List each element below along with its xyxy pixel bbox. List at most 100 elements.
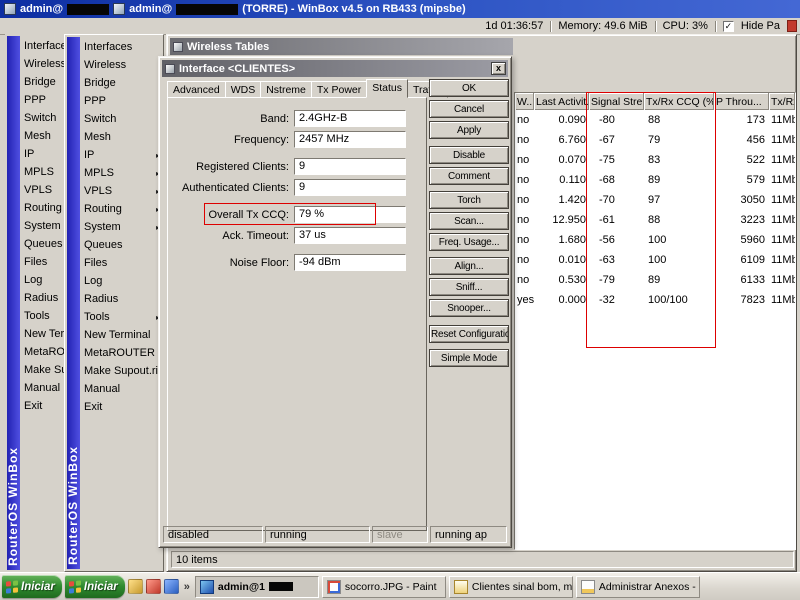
menu-item[interactable]: IP [22, 145, 65, 163]
menu-item-label: VPLS [84, 185, 112, 197]
close-button[interactable]: x [491, 62, 506, 75]
tab-advanced[interactable]: Advanced [167, 81, 226, 98]
column-header-wds[interactable]: W... [515, 93, 534, 110]
ok-button[interactable]: OK [429, 79, 509, 97]
menu-item[interactable]: Log [22, 271, 65, 289]
menu-item[interactable]: Files [82, 254, 162, 272]
menu-item[interactable]: System ▸ [82, 218, 162, 236]
menu-item[interactable]: Files [22, 253, 65, 271]
registration-row[interactable]: no 12.950 -61 88 3223 11Mbps/ [515, 210, 795, 230]
disable-button[interactable]: Disable [429, 146, 509, 164]
menu-item[interactable]: MPLS [22, 163, 65, 181]
freq-usage-button[interactable]: Freq. Usage... [429, 233, 509, 251]
task-button-clientes[interactable]: Clientes sinal bom, mas t... [449, 576, 573, 598]
reset-configuration-button[interactable]: Reset Configuration [429, 325, 509, 343]
menu-item[interactable]: Mesh [82, 128, 162, 146]
menu-item[interactable]: Radius [82, 290, 162, 308]
menu-item[interactable]: Queues [82, 236, 162, 254]
cell-wds: yes [515, 294, 534, 306]
start-button-back[interactable]: Iniciar [2, 575, 62, 598]
registration-row[interactable]: no 0.110 -68 89 579 11Mbps/ [515, 170, 795, 190]
wireless-tables-titlebar[interactable]: Wireless Tables [170, 38, 513, 55]
menu-item[interactable]: PPP [22, 91, 65, 109]
menu-item[interactable]: Queues [22, 235, 65, 253]
hide-passwords-checkbox[interactable]: ✓ [723, 21, 734, 32]
quicklaunch-icon-3[interactable] [164, 579, 179, 594]
quicklaunch-icon-1[interactable] [128, 579, 143, 594]
menu-item[interactable]: Radius [22, 289, 65, 307]
menu-item[interactable]: PPP [82, 92, 162, 110]
menu-item[interactable]: IP ▸ [82, 146, 162, 164]
comment-button[interactable]: Comment [429, 167, 509, 185]
menu-item[interactable]: MPLS ▸ [82, 164, 162, 182]
menu-item[interactable]: System [22, 217, 65, 235]
task-button-winbox[interactable]: admin@1 [195, 576, 319, 598]
hide-passwords-label[interactable]: Hide Pa [741, 20, 780, 32]
menu-item[interactable]: VPLS [22, 181, 65, 199]
menu-item[interactable]: MetaROUTER [82, 344, 162, 362]
menu-item[interactable]: Bridge [22, 73, 65, 91]
cell-tx-rx-ccq: 100 [644, 234, 714, 246]
registration-row[interactable]: no 6.760 -67 79 456 11Mbps/ [515, 130, 795, 150]
noise-floor-value: -94 dBm [294, 254, 406, 271]
apply-button[interactable]: Apply [429, 121, 509, 139]
menu-item[interactable]: Switch [22, 109, 65, 127]
menu-item[interactable]: Make Sup [22, 361, 65, 379]
menu-item[interactable]: New Term [22, 325, 65, 343]
menu-item[interactable]: MetaROU [22, 343, 65, 361]
menu-item[interactable]: Switch [82, 110, 162, 128]
column-header-signal-strength[interactable]: Signal Stre... [589, 93, 644, 110]
menu-item[interactable]: Routing [22, 199, 65, 217]
registration-row[interactable]: no 1.420 -70 97 3050 11Mbps/ [515, 190, 795, 210]
registration-row[interactable]: no 0.070 -75 83 522 11Mbps/ [515, 150, 795, 170]
align-button[interactable]: Align... [429, 257, 509, 275]
menu-item[interactable]: Tools ▸ [82, 308, 162, 326]
menu-item[interactable]: Wireless [82, 56, 162, 74]
menu-item[interactable]: Interfaces [82, 38, 162, 56]
menu-item[interactable]: Tools [22, 307, 65, 325]
registration-row[interactable]: yes 0.000 -32 100/100 7823 11Mbps-5 [515, 290, 795, 310]
menu-item[interactable]: Exit [82, 398, 162, 416]
registration-row[interactable]: no 0.090 -80 88 173 11Mbps/ [515, 110, 795, 130]
snooper-button[interactable]: Snooper... [429, 299, 509, 317]
task-button-paint[interactable]: socorro.JPG - Paint [322, 576, 446, 598]
cancel-button[interactable]: Cancel [429, 100, 509, 118]
start-button-front[interactable]: Iniciar [65, 575, 125, 598]
tab-status[interactable]: Status [366, 79, 408, 98]
column-header-tx-rx-rate[interactable]: Tx/Rx Ra... [769, 93, 795, 110]
menu-item[interactable]: New Terminal [82, 326, 162, 344]
menu-item[interactable]: Mesh [22, 127, 65, 145]
menu-items-back: Interfaces Wireless Bridge PPP Switch [22, 37, 65, 415]
menu-item[interactable]: Interfaces [22, 37, 65, 55]
column-header-last-activity[interactable]: Last Activit... [534, 93, 589, 110]
tab-nstreme[interactable]: Nstreme [260, 81, 312, 98]
menu-item[interactable]: Wireless [22, 55, 65, 73]
menu-item[interactable]: Make Supout.rif [82, 362, 162, 380]
registration-row[interactable]: no 0.530 -79 89 6133 11Mbps/ [515, 270, 795, 290]
menu-item[interactable]: Exit [22, 397, 65, 415]
task-button-anexos[interactable]: Administrar Anexos - Un... [576, 576, 700, 598]
sniff-button[interactable]: Sniff... [429, 278, 509, 296]
quicklaunch-icon-2[interactable] [146, 579, 161, 594]
torch-button[interactable]: Torch [429, 191, 509, 209]
simple-mode-button[interactable]: Simple Mode [429, 349, 509, 367]
column-header-p-throughput[interactable]: P Throu... [714, 93, 769, 110]
menu-item[interactable]: Manual [22, 379, 65, 397]
menu-item[interactable]: Bridge [82, 74, 162, 92]
cell-last-activity: 0.000 [534, 294, 589, 306]
quicklaunch-overflow-icon[interactable]: » [182, 581, 192, 593]
cropped-edge-icon [787, 20, 797, 32]
menu-item[interactable]: Log [82, 272, 162, 290]
window-titlebar[interactable]: admin@ admin@ (TORRE) - WinBox v4.5 on R… [0, 0, 800, 18]
tab-wds[interactable]: WDS [225, 81, 262, 98]
scan-button[interactable]: Scan... [429, 212, 509, 230]
menu-item[interactable]: Manual [82, 380, 162, 398]
menu-item[interactable]: Routing ▸ [82, 200, 162, 218]
tab-tx-power[interactable]: Tx Power [311, 81, 367, 98]
column-header-tx-rx-ccq[interactable]: Tx/Rx CCQ (%) [644, 93, 714, 110]
interface-dialog-titlebar[interactable]: Interface <CLIENTES> x [162, 60, 508, 77]
registration-row[interactable]: no 1.680 -56 100 5960 11Mbps/ [515, 230, 795, 250]
menu-item-label: PPP [24, 94, 46, 106]
menu-item[interactable]: VPLS ▸ [82, 182, 162, 200]
registration-row[interactable]: no 0.010 -63 100 6109 11Mbps/ [515, 250, 795, 270]
